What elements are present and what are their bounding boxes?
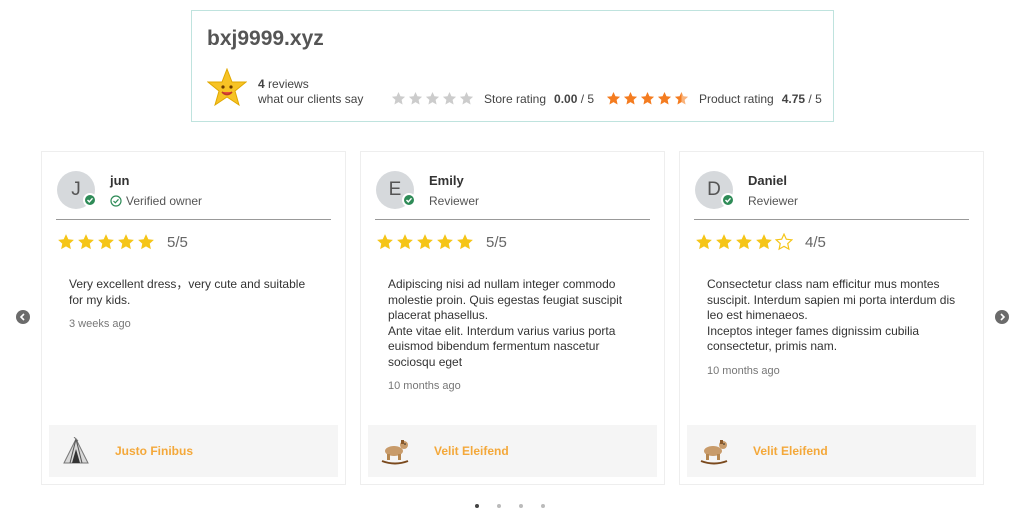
- rating-summary: bxj9999.xyz 4 reviews what our clients s…: [191, 10, 834, 122]
- review-date: 3 weeks ago: [69, 318, 131, 330]
- product-rating-label: Product rating: [699, 91, 774, 106]
- product-link[interactable]: Justo Finibus: [115, 444, 193, 458]
- product-link[interactable]: Velit Eleifend: [434, 444, 509, 458]
- star-filled-icon: [138, 234, 154, 250]
- carousel-next-button[interactable]: [995, 310, 1009, 324]
- reviewer-name: jun: [110, 173, 130, 188]
- review-card: E Emily Reviewer 5/5 Adipiscing nisi ad …: [360, 151, 665, 485]
- teepee-tent-icon: [63, 437, 89, 464]
- star-filled-icon: [696, 234, 712, 250]
- verified-check-icon: [110, 195, 122, 207]
- reviewed-product[interactable]: Justo Finibus: [49, 425, 338, 477]
- reviewer-name: Daniel: [748, 173, 788, 188]
- review-date: 10 months ago: [707, 364, 780, 377]
- review-rating: 5/5: [376, 233, 507, 251]
- reviewer-role: Reviewer: [429, 194, 480, 208]
- reviewer-role: Reviewer: [748, 194, 799, 208]
- pagination-dot[interactable]: [541, 504, 545, 508]
- product-star-list: [606, 91, 691, 106]
- review-card: D Daniel Reviewer 4/5 Consectetur class …: [679, 151, 984, 485]
- star-filled-icon: [437, 234, 453, 250]
- rocking-horse-icon: [381, 440, 409, 465]
- verified-badge-icon: [83, 193, 97, 207]
- store-rating-value: 0.00 / 5: [554, 91, 595, 106]
- star-filled-icon: [377, 234, 393, 250]
- review-text: Very excellent dress，very cute and suita…: [69, 277, 306, 307]
- divider: [56, 219, 331, 220]
- reviewer-role: Verified owner: [110, 194, 202, 208]
- review-score: 4/5: [805, 233, 826, 251]
- star-filled-icon: [657, 91, 672, 105]
- chevron-right-icon: [1000, 313, 1006, 321]
- pagination-dot[interactable]: [475, 504, 479, 508]
- star-filled-icon: [98, 234, 114, 250]
- star-empty-icon: [425, 91, 440, 105]
- verified-badge-icon: [721, 193, 735, 207]
- review-score: 5/5: [167, 233, 188, 251]
- star-filled-icon: [457, 234, 473, 250]
- product-rating-value: 4.75 / 5: [781, 91, 822, 106]
- star-half-icon: [674, 91, 689, 105]
- review-rating: 5/5: [57, 233, 188, 251]
- divider: [694, 219, 969, 220]
- chevron-left-icon: [19, 313, 25, 321]
- star-mascot-icon: [207, 68, 247, 107]
- carousel-pagination: [475, 504, 563, 508]
- star-filled-icon: [58, 234, 74, 250]
- star-filled-icon: [756, 234, 772, 250]
- star-filled-icon: [397, 234, 413, 250]
- carousel-prev-button[interactable]: [16, 310, 30, 324]
- review-date: 10 months ago: [388, 380, 461, 392]
- store-rating: Store rating 0.00 / 5: [391, 91, 594, 106]
- divider: [375, 219, 650, 220]
- verified-badge-icon: [402, 193, 416, 207]
- product-rating: Product rating 4.75 / 5: [606, 91, 822, 106]
- star-empty-icon: [459, 91, 474, 105]
- store-star-list: [391, 91, 476, 106]
- product-link[interactable]: Velit Eleifend: [753, 444, 828, 458]
- review-card: J jun Verified owner 5/5 Very excellent …: [41, 151, 346, 485]
- star-filled-icon: [78, 234, 94, 250]
- reviewed-product[interactable]: Velit Eleifend: [687, 425, 976, 477]
- star-filled-icon: [640, 91, 655, 105]
- rocking-horse-icon: [700, 440, 728, 465]
- store-rating-label: Store rating: [484, 91, 547, 106]
- star-filled-icon: [606, 91, 621, 105]
- star-empty-icon: [391, 91, 406, 105]
- star-filled-icon: [118, 234, 134, 250]
- star-empty-icon: [775, 233, 793, 251]
- star-filled-icon: [716, 234, 732, 250]
- star-filled-icon: [623, 91, 638, 105]
- reviewed-product[interactable]: Velit Eleifend: [368, 425, 657, 477]
- star-filled-icon: [736, 234, 752, 250]
- review-score: 5/5: [486, 233, 507, 251]
- star-empty-icon: [442, 91, 457, 105]
- review-text: Adipiscing nisi ad nullam integer commod…: [388, 277, 623, 369]
- store-title: bxj9999.xyz: [207, 27, 324, 50]
- pagination-dot[interactable]: [519, 504, 523, 508]
- review-text: Consectetur class nam efficitur mus mont…: [707, 277, 956, 353]
- star-empty-icon: [408, 91, 423, 105]
- star-filled-icon: [417, 234, 433, 250]
- reviewer-name: Emily: [429, 173, 464, 188]
- review-rating: 4/5: [695, 233, 826, 251]
- review-count: 4 reviews what our clients say: [258, 77, 364, 106]
- pagination-dot[interactable]: [497, 504, 501, 508]
